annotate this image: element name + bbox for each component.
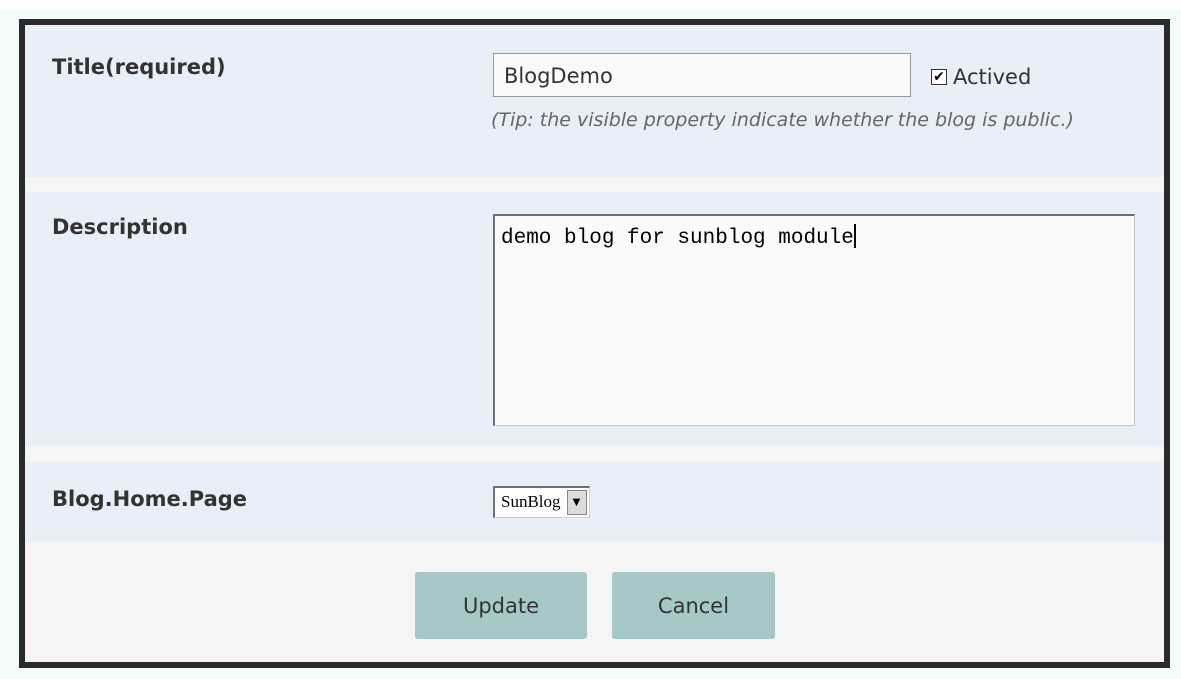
check-icon: ✔ (933, 69, 945, 85)
blog-settings-form: Title(required) BlogDemo ✔ Actived (Tip:… (19, 19, 1170, 668)
visibility-tip: (Tip: the visible property indicate whet… (491, 109, 1074, 131)
home-page-label: Blog.Home.Page (52, 487, 248, 511)
title-label: Title(required) (52, 55, 226, 79)
text-caret (853, 224, 856, 248)
description-text: demo blog for sunblog module (501, 227, 854, 250)
title-row (25, 25, 1164, 177)
chevron-down-icon[interactable]: ▼ (566, 490, 587, 515)
home-page-select[interactable]: SunBlog ▼ (493, 486, 590, 518)
top-strip (0, 0, 1181, 10)
actived-checkbox[interactable]: ✔ (931, 69, 947, 85)
description-textarea[interactable]: demo blog for sunblog module (493, 214, 1135, 426)
actived-label[interactable]: Actived (953, 65, 1031, 89)
home-page-selected-value: SunBlog (501, 492, 561, 511)
title-input[interactable]: BlogDemo (493, 53, 911, 97)
cancel-button[interactable]: Cancel (612, 572, 775, 639)
update-button[interactable]: Update (415, 572, 587, 639)
description-label: Description (52, 215, 188, 239)
actived-checkbox-group[interactable]: ✔ Actived (931, 65, 1031, 89)
